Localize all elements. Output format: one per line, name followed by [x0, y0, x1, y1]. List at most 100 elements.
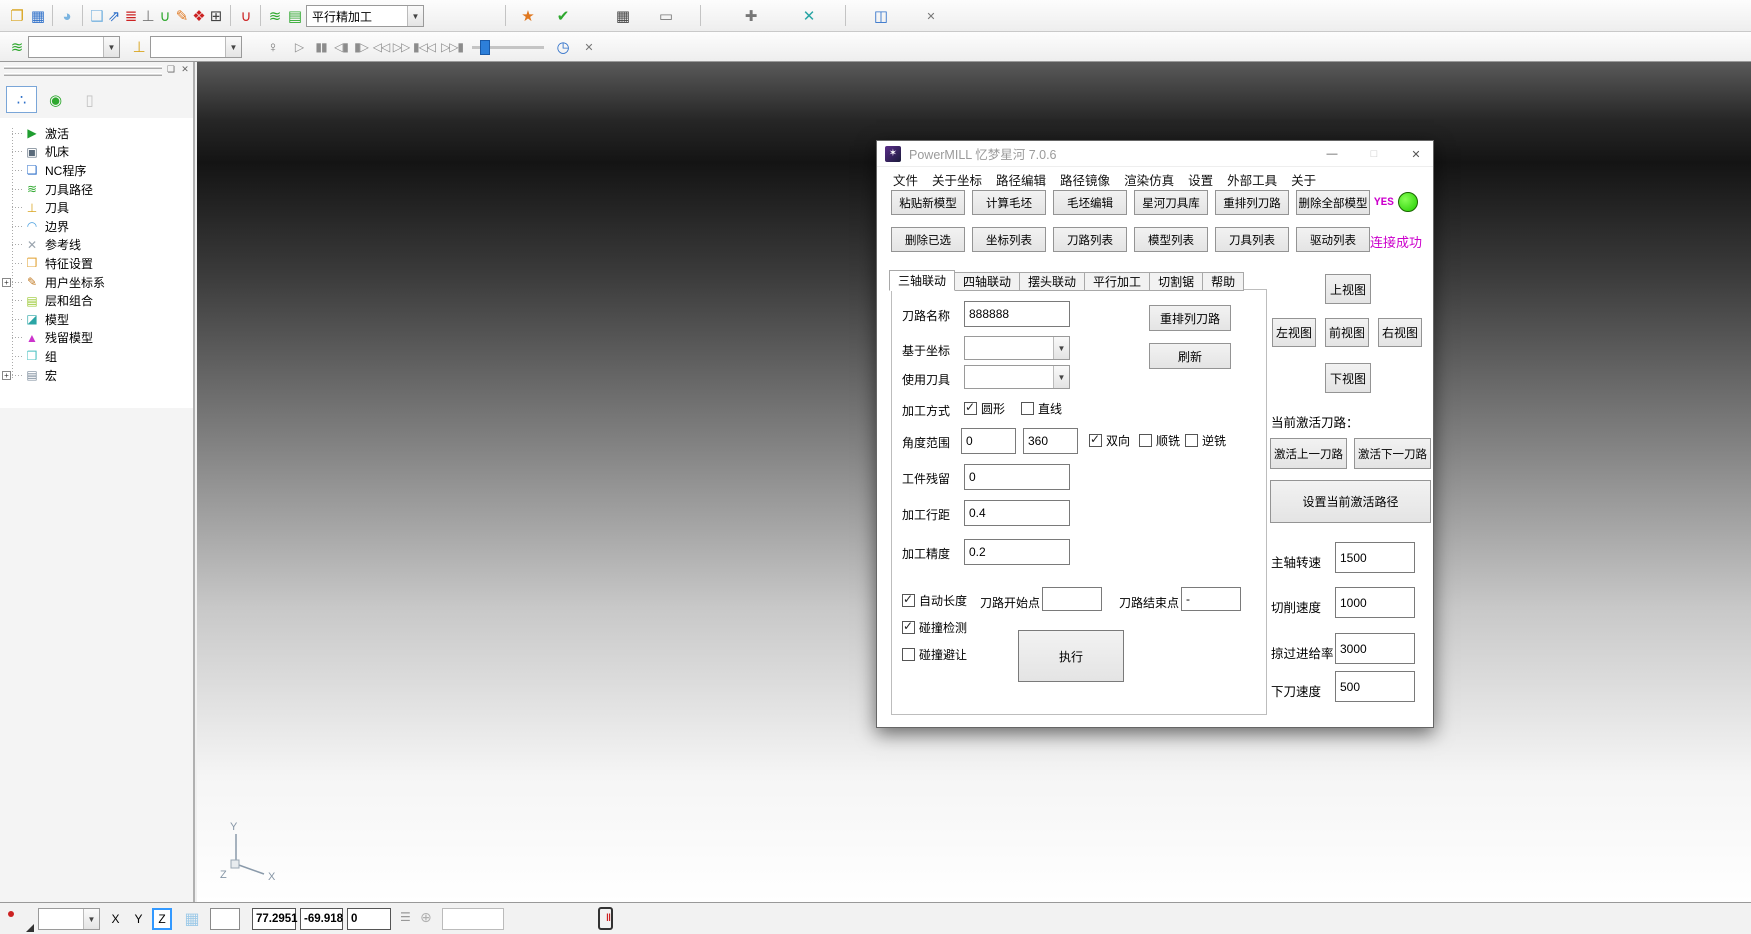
reorder-toolpaths-button[interactable]: 重排列刀路: [1215, 190, 1289, 215]
spindle-speed-input[interactable]: [1335, 542, 1415, 573]
climb-mill-checkbox[interactable]: 顺铣: [1139, 432, 1180, 449]
activate-next-toolpath-button[interactable]: 激活下一刀路: [1354, 438, 1431, 469]
menu-render-sim[interactable]: 渲染仿真: [1118, 168, 1180, 191]
float-panel-icon[interactable]: ❏: [164, 63, 178, 75]
fast-forward-icon[interactable]: ▷▷: [390, 35, 412, 59]
stock-remaining-input[interactable]: [964, 464, 1070, 490]
bidirectional-checkbox[interactable]: 双向: [1089, 432, 1130, 449]
path-start-input[interactable]: [1042, 587, 1102, 611]
speed-slider-handle[interactable]: [480, 40, 490, 55]
auto-length-checkbox[interactable]: 自动长度: [902, 592, 967, 609]
tree-item-boundary[interactable]: ◠边界: [0, 217, 193, 236]
tab-parallel[interactable]: 平行加工: [1085, 272, 1150, 291]
strategy-list-icon[interactable]: ▤: [284, 4, 306, 28]
reorder-toolpaths-button[interactable]: 重排列刀路: [1149, 305, 1231, 331]
star-tool-icon[interactable]: ★: [517, 4, 539, 28]
view-bottom-button[interactable]: 下视图: [1325, 363, 1371, 393]
collision-check-checkbox[interactable]: 碰撞检测: [902, 619, 967, 636]
delete-selected-button[interactable]: 删除已选: [891, 227, 965, 252]
workplane-list-button[interactable]: 坐标列表: [972, 227, 1046, 252]
maximize-button[interactable]: □: [1359, 141, 1389, 167]
plunge-feed-input[interactable]: [1335, 671, 1415, 702]
go-to-start-icon[interactable]: ▮◁◁: [410, 35, 438, 59]
ruler-icon[interactable]: ▭: [655, 4, 677, 28]
checkbox-icon[interactable]: [1089, 434, 1102, 447]
tab-saw[interactable]: 切割锯: [1150, 272, 1203, 291]
path-end-input[interactable]: [1181, 587, 1241, 611]
chevron-down-icon[interactable]: ▼: [83, 909, 99, 929]
view-left-button[interactable]: 左视图: [1272, 318, 1316, 347]
echo-indicator[interactable]: [4, 906, 34, 932]
tab-help[interactable]: 帮助: [1203, 272, 1244, 291]
clock-icon[interactable]: ◷: [552, 35, 574, 59]
grid-snap-icon[interactable]: ▦: [180, 907, 204, 931]
step-forward-icon[interactable]: ▮▷: [350, 35, 372, 59]
chevron-down-icon[interactable]: ▼: [407, 6, 423, 26]
tree-item-tools[interactable]: ⊥刀具: [0, 198, 193, 217]
tool-icon[interactable]: ⊥: [128, 35, 150, 59]
snap-value-field[interactable]: [210, 908, 240, 930]
menu-external-tools[interactable]: 外部工具: [1221, 168, 1283, 191]
tool-combobox[interactable]: ▼: [150, 36, 242, 58]
drive-list-button[interactable]: 驱动列表: [1296, 227, 1370, 252]
axis-y-button[interactable]: Y: [129, 908, 148, 930]
execute-button[interactable]: 执行: [1018, 630, 1124, 682]
menu-about[interactable]: 关于: [1285, 168, 1322, 191]
toolpath-icon[interactable]: ≋: [6, 35, 28, 59]
workplane-combobox[interactable]: ▼: [964, 336, 1070, 360]
calc-block-button[interactable]: 计算毛坯: [972, 190, 1046, 215]
tree-item-pattern[interactable]: ✕参考线: [0, 236, 193, 255]
model-list-button[interactable]: 模型列表: [1134, 227, 1208, 252]
tree-item-toolpaths[interactable]: ≋刀具路径: [0, 180, 193, 199]
menu-path-mirror[interactable]: 路径镜像: [1054, 168, 1116, 191]
tree-item-activate[interactable]: ▶激活: [0, 124, 193, 143]
chevron-down-icon[interactable]: ▼: [1053, 366, 1069, 388]
close-panel-icon[interactable]: ✕: [178, 63, 192, 75]
tool-library-button[interactable]: 星河刀具库: [1134, 190, 1208, 215]
panel-grip[interactable]: [4, 66, 162, 69]
menu-settings[interactable]: 设置: [1182, 168, 1219, 191]
rewind-icon[interactable]: ◁◁: [370, 35, 392, 59]
close-button[interactable]: ✕: [1401, 141, 1431, 167]
tree-item-macros[interactable]: +▤宏: [0, 366, 193, 385]
menu-file[interactable]: 文件: [887, 168, 924, 191]
checkbox-icon[interactable]: [1185, 434, 1198, 447]
open-file-icon[interactable]: ❐: [6, 4, 28, 28]
checkbox-icon[interactable]: [902, 594, 915, 607]
tree-item-feature-set[interactable]: ❒特征设置: [0, 254, 193, 273]
tree-item-stock-models[interactable]: ▲残留模型: [0, 329, 193, 348]
view-right-button[interactable]: 右视图: [1378, 318, 1422, 347]
feature-set-icon[interactable]: ⊞: [205, 4, 227, 28]
set-active-path-button[interactable]: 设置当前激活路径: [1270, 480, 1431, 523]
play-icon[interactable]: ▷: [288, 35, 310, 59]
cursor-z-field[interactable]: 0: [347, 908, 391, 930]
stepover-input[interactable]: [964, 500, 1070, 526]
skim-feed-input[interactable]: [1335, 633, 1415, 664]
tree-item-models[interactable]: ◪模型: [0, 310, 193, 329]
mode-line-checkbox[interactable]: 直线: [1021, 400, 1062, 417]
view-front-button[interactable]: 前视图: [1325, 318, 1369, 347]
dialog-titlebar[interactable]: ✶ PowerMILL 忆梦星河 7.0.6: [877, 141, 1433, 167]
tree-item-workplanes[interactable]: +✎用户坐标系: [0, 273, 193, 292]
toolbar-close-icon[interactable]: ✕: [920, 4, 942, 28]
tolerance-input[interactable]: [964, 539, 1070, 565]
angle-start-input[interactable]: [961, 428, 1016, 454]
minimize-button[interactable]: —: [1317, 141, 1347, 167]
axis-z-button[interactable]: Z: [152, 908, 172, 930]
measure-cross-icon[interactable]: ✕: [798, 4, 820, 28]
expand-icon[interactable]: +: [2, 278, 11, 287]
tab-head-tilt[interactable]: 摆头联动: [1020, 272, 1085, 291]
checkbox-icon[interactable]: [902, 621, 915, 634]
edit-block-button[interactable]: 毛坯编辑: [1053, 190, 1127, 215]
cursor-y-field[interactable]: -69.918: [300, 908, 343, 930]
checkbox-icon[interactable]: [1139, 434, 1152, 447]
axis-x-button[interactable]: X: [106, 908, 125, 930]
models-cylinders-icon[interactable]: ◫: [870, 4, 892, 28]
toolbar-close-icon[interactable]: ✕: [578, 35, 600, 59]
toolpath-combobox[interactable]: ▼: [28, 36, 120, 58]
status-combobox[interactable]: ▼: [38, 908, 100, 930]
delete-all-models-button[interactable]: 删除全部模型: [1296, 190, 1370, 215]
lamp-icon[interactable]: ♀: [262, 35, 284, 59]
verify-icon[interactable]: ✔: [552, 4, 574, 28]
pause-icon[interactable]: ▮▮: [310, 35, 332, 59]
